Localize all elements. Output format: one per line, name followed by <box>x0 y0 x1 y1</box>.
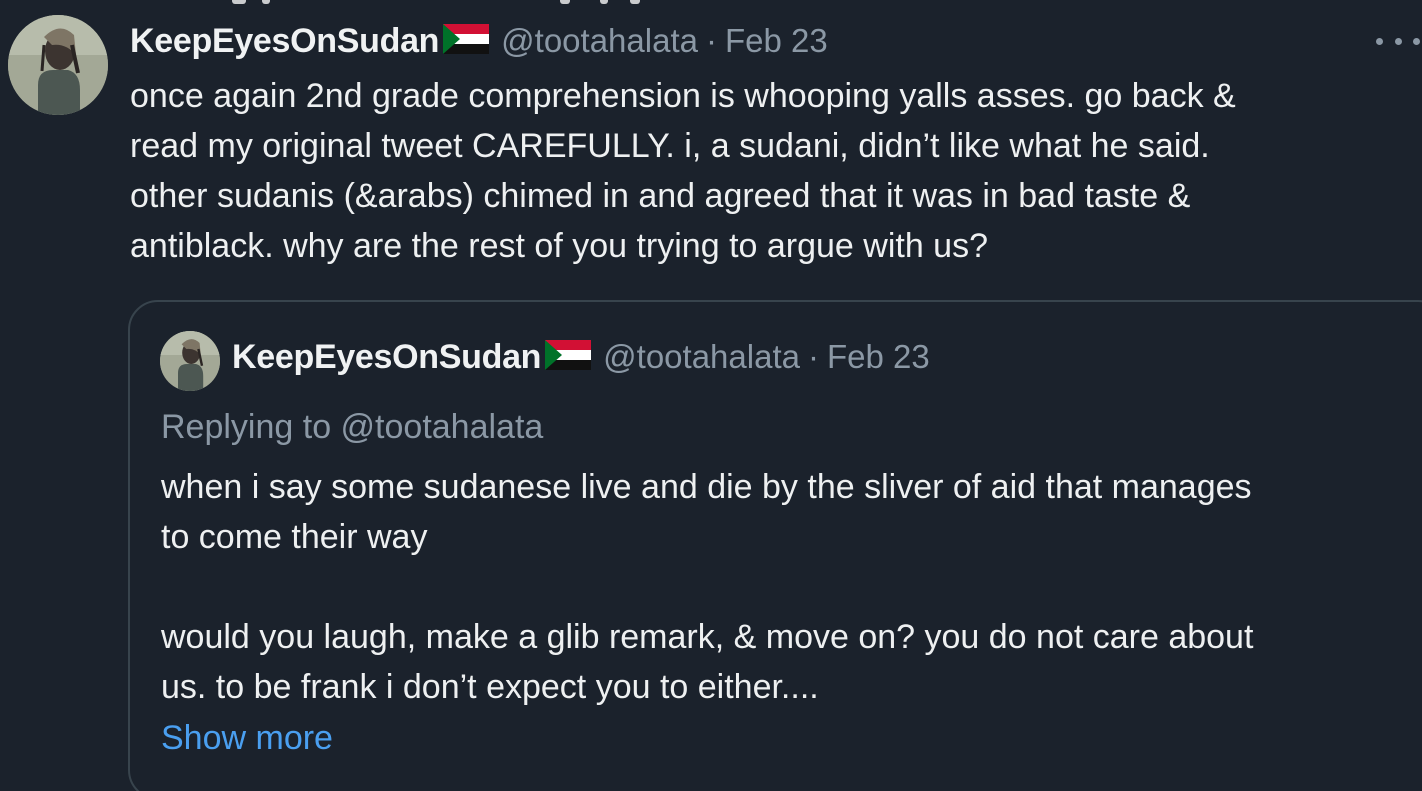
show-more-link[interactable]: Show more <box>161 713 333 763</box>
replying-to-prefix: Replying to <box>161 408 341 446</box>
author-handle[interactable]: @tootahalata <box>501 22 698 60</box>
more-horizontal-icon[interactable] <box>1376 28 1420 54</box>
avatar[interactable] <box>8 15 108 115</box>
author-display-name[interactable]: KeepEyesOnSudan <box>130 22 439 61</box>
quoted-author-handle[interactable]: @tootahalata <box>603 338 800 376</box>
quoted-avatar[interactable] <box>160 331 220 391</box>
quoted-header-separator: · <box>807 338 819 375</box>
quoted-author-display-name[interactable]: KeepEyesOnSudan <box>232 338 541 377</box>
quoted-tweet-date[interactable]: Feb 23 <box>827 338 930 376</box>
avatar-photo <box>8 15 108 115</box>
tweet-header: KeepEyesOnSudan @tootahalata · Feb 23 <box>130 18 828 64</box>
previous-content-sliver <box>0 0 1422 6</box>
sudan-flag-icon <box>443 24 490 58</box>
tweet-text: once again 2nd grade comprehension is wh… <box>130 77 1236 265</box>
tweet-view: KeepEyesOnSudan @tootahalata · Feb 23 on… <box>0 0 1422 791</box>
replying-to-mention[interactable]: @tootahalata <box>341 408 544 446</box>
sudan-flag-icon <box>545 340 592 374</box>
header-separator: · <box>705 22 717 59</box>
quoted-tweet-text: when i say some sudanese live and die by… <box>161 468 1254 706</box>
tweet-date[interactable]: Feb 23 <box>725 22 828 60</box>
replying-to-line: Replying to @tootahalata <box>161 404 543 450</box>
quoted-tweet-header: KeepEyesOnSudan @tootahalata · Feb 23 <box>232 334 930 380</box>
avatar-photo <box>160 331 220 391</box>
